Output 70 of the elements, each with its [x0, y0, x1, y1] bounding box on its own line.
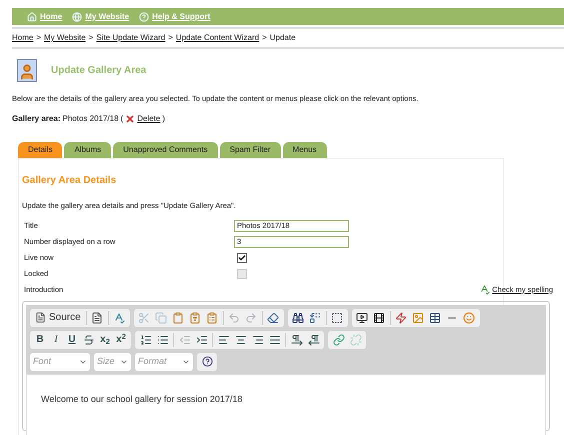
- breadcrumb-link[interactable]: Home: [12, 32, 34, 44]
- select-all-icon: [331, 312, 344, 324]
- spellcheck-icon: [113, 312, 126, 324]
- copy-icon: [155, 312, 168, 324]
- subscript-button[interactable]: x$_{2}$: [97, 330, 113, 349]
- scissors-icon: [138, 312, 150, 324]
- delete-icon: [125, 114, 136, 124]
- editor-text: Welcome to our school gallery for session 2017/18: [41, 392, 244, 406]
- eraser-icon: [267, 312, 280, 324]
- spellcheck-icon: [479, 284, 490, 295]
- clipboard-icon: [172, 312, 184, 324]
- check-icon: [238, 252, 246, 262]
- unlink-icon: [350, 334, 362, 346]
- breadcrumb-current: Update: [270, 32, 296, 44]
- pilcrow-right-icon: [290, 334, 302, 346]
- image-icon: [412, 312, 424, 324]
- help-icon: [202, 356, 212, 368]
- help-icon: [139, 12, 150, 22]
- breadcrumb-link[interactable]: My Website: [44, 32, 86, 44]
- tab[interactable]: Details: [18, 142, 62, 158]
- section-title: Gallery Area Details: [22, 174, 118, 188]
- parenthesis: (: [120, 113, 124, 126]
- template-icon: [91, 312, 104, 324]
- film-icon: [373, 312, 386, 324]
- breadcrumb-separator: >: [36, 32, 42, 44]
- breadcrumb-separator: >: [262, 32, 267, 44]
- table-icon: [429, 312, 442, 324]
- breadcrumb-link[interactable]: Update Content Wizard: [176, 32, 260, 44]
- tab[interactable]: Albums: [64, 142, 112, 158]
- breadcrumb-link[interactable]: Site Update Wizard: [96, 32, 166, 44]
- align-left-icon: [218, 334, 230, 346]
- clipboard-text-icon: [189, 312, 202, 324]
- link-icon: [332, 334, 344, 346]
- redo-icon: [245, 312, 258, 324]
- lightning-icon: [395, 312, 408, 324]
- video-icon: [356, 312, 368, 324]
- pilcrow-left-icon: [308, 334, 320, 346]
- globe-icon: [72, 12, 82, 22]
- smiley-icon: [463, 312, 476, 324]
- page-title: Update Gallery Area: [51, 64, 146, 78]
- clipboard-list-icon: [206, 312, 218, 324]
- source-button[interactable]: Source: [32, 308, 84, 327]
- delete-link[interactable]: Delete: [137, 113, 160, 126]
- italic-button[interactable]: I: [48, 330, 64, 349]
- tab[interactable]: Spam Filter: [220, 142, 281, 158]
- underline-button[interactable]: U: [64, 330, 80, 349]
- gallery-area-label: Gallery area:: [12, 113, 60, 126]
- superscript-button[interactable]: x$^{2}$: [113, 330, 129, 349]
- indent-icon: [196, 334, 208, 346]
- document-icon: [35, 312, 46, 324]
- strikethrough-icon: [82, 334, 94, 346]
- align-center-icon: [234, 334, 246, 346]
- align-right-icon: [252, 334, 264, 346]
- tab[interactable]: Unapproved Comments: [113, 142, 218, 158]
- numbered-list-icon: [140, 334, 152, 346]
- parenthesis: ): [162, 113, 165, 126]
- house-icon: [27, 12, 37, 22]
- breadcrumb-separator: >: [88, 32, 94, 44]
- breadcrumb-separator: >: [168, 32, 173, 44]
- help-button[interactable]: [197, 352, 217, 371]
- undo-icon: [228, 312, 240, 324]
- align-justify-icon: [268, 334, 280, 346]
- checkbox[interactable]: [237, 252, 247, 262]
- binoculars-icon: [292, 312, 304, 324]
- bold-button[interactable]: B: [32, 330, 48, 349]
- outdent-icon: [178, 334, 190, 346]
- tab[interactable]: Menus: [282, 142, 327, 158]
- replace-icon: [309, 312, 322, 324]
- user-icon: [17, 59, 37, 82]
- gallery-area-value: Photos 2017/18: [62, 113, 119, 126]
